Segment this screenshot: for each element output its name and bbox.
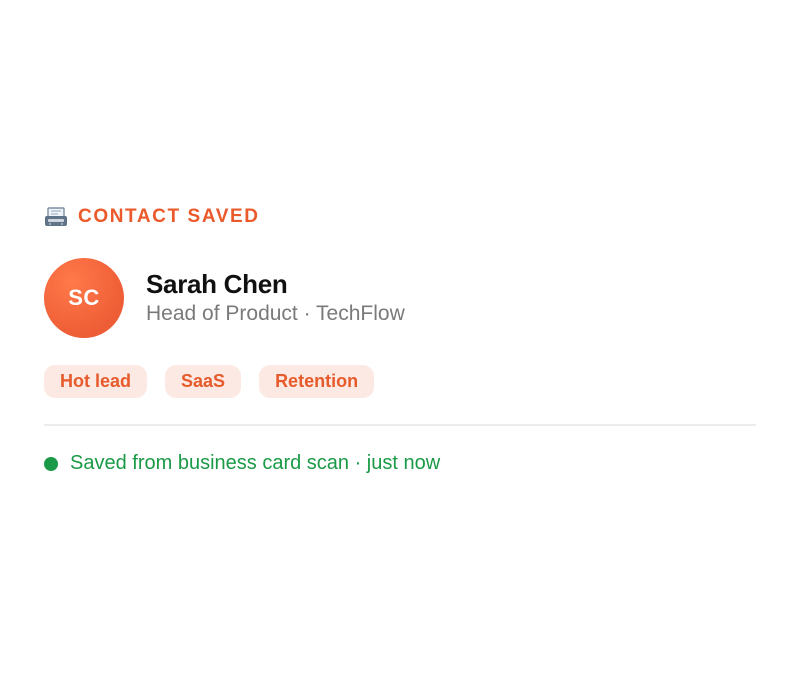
tag-hot-lead[interactable]: Hot lead bbox=[44, 365, 148, 398]
contact-card-icon bbox=[44, 206, 68, 228]
contact-details: Sarah Chen Head of Product · TechFlow bbox=[146, 269, 405, 327]
status-text: Saved from business card scan · just now bbox=[70, 452, 441, 474]
divider bbox=[44, 424, 756, 426]
card-header: CONTACT SAVED bbox=[44, 204, 756, 230]
contact-saved-card: CONTACT SAVED SC Sarah Chen Head of Prod… bbox=[44, 204, 756, 475]
avatar: SC bbox=[44, 258, 124, 338]
header-title: CONTACT SAVED bbox=[78, 206, 260, 227]
status-line: Saved from business card scan · just now bbox=[44, 452, 756, 475]
status-dot-icon bbox=[44, 456, 58, 471]
contact-name: Sarah Chen bbox=[146, 269, 288, 299]
contact-role: Head of Product · TechFlow bbox=[146, 302, 405, 325]
avatar-initials: SC bbox=[68, 285, 100, 310]
tag-saas[interactable]: SaaS bbox=[165, 365, 242, 398]
tag-list: Hot lead SaaS Retention bbox=[44, 365, 756, 398]
contact-identity: SC Sarah Chen Head of Product · TechFlow bbox=[44, 258, 756, 338]
tag-retention[interactable]: Retention bbox=[259, 365, 375, 398]
